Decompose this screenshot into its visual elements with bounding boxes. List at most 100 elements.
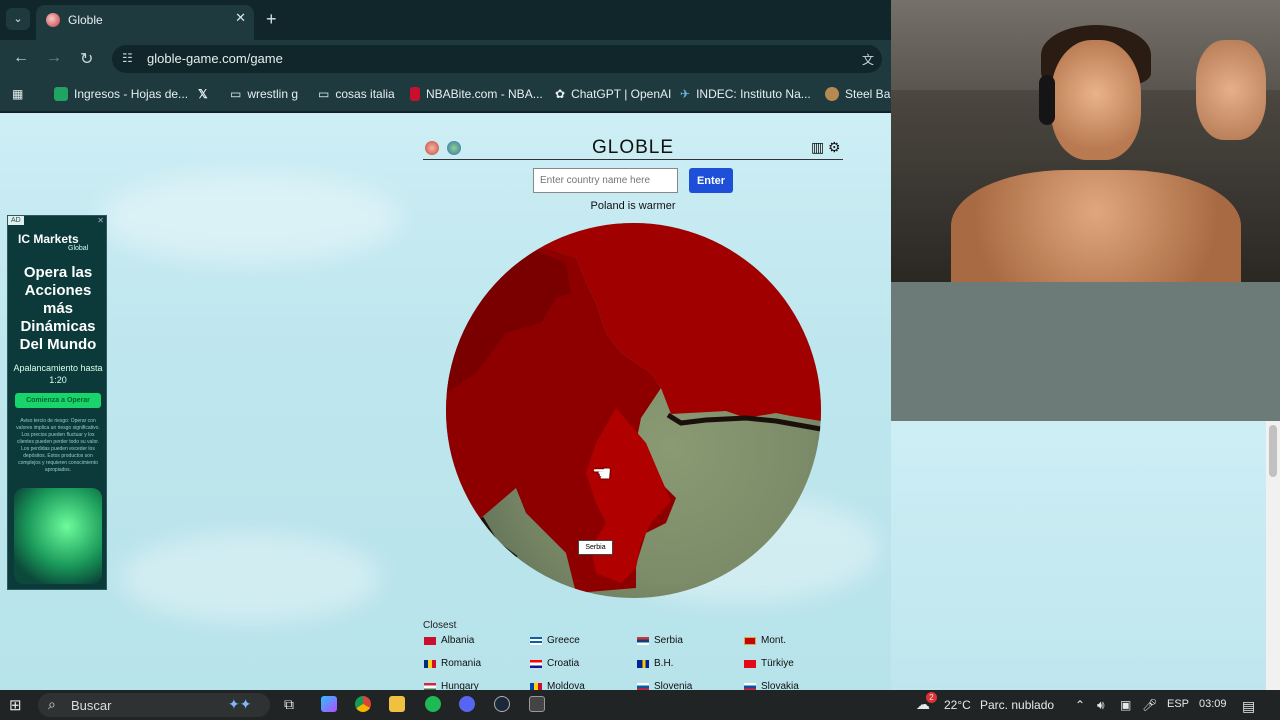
windows-start-icon[interactable]: ⊞: [9, 696, 22, 714]
hint-text: Poland is warmer: [590, 200, 676, 212]
guess-slovakia[interactable]: Slovakia: [744, 681, 799, 690]
game-header: GLOBLE ▥ ⚙: [423, 135, 843, 160]
flag-moldova-icon: [530, 682, 542, 690]
globle-favicon-icon: [46, 13, 60, 27]
ad-cta-button[interactable]: Comienza a Operar: [15, 393, 101, 408]
guess-label: Greece: [547, 635, 580, 646]
bookmark-indec[interactable]: ✈ INDEC: Instituto Na...: [680, 87, 811, 101]
settings-gear-icon[interactable]: ⚙: [828, 139, 841, 156]
app-icon[interactable]: [529, 696, 545, 712]
flag-romania-icon: [424, 659, 436, 668]
address-bar[interactable]: ☷ globle-game.com/game 文: [112, 45, 882, 73]
flag-montenegro-icon: [744, 636, 756, 645]
globe[interactable]: [446, 223, 821, 598]
spotify-icon[interactable]: [425, 696, 441, 712]
flag-albania-icon: [424, 636, 436, 645]
guess-label: Romania: [441, 658, 482, 669]
bookmark-nbabite[interactable]: NBABite.com - NBA...: [410, 87, 543, 101]
ad-subtext: Apalancamiento hasta 1:20: [13, 363, 103, 385]
guess-albania[interactable]: Albania: [424, 635, 474, 646]
bookmark-label: Steel Ball: [845, 87, 896, 101]
webcam-person-body: [951, 170, 1241, 282]
bookmarks-bar: ▦ Ingresos - Hojas de... 𝕏 ▭ wrestlin g ▭…: [0, 78, 896, 112]
microphone-icon[interactable]: 🎤︎: [1142, 698, 1157, 712]
navigation-bar: ← → ↻ ☷ globle-game.com/game 文: [0, 40, 891, 78]
guess-slovenia[interactable]: Slovenia: [637, 681, 692, 690]
translate-icon[interactable]: 文: [862, 51, 874, 68]
guess-bosnia[interactable]: B.H.: [637, 658, 673, 669]
country-input[interactable]: [533, 168, 678, 193]
bookmark-label: wrestlin g: [247, 87, 299, 101]
copilot-sparkle-icon: ✦✦: [228, 696, 252, 712]
nba-icon: [410, 87, 420, 101]
ad-fine-print: Aviso tercio de riesgo: Operar con valor…: [16, 418, 100, 473]
volume-icon[interactable]: 🔊︎: [1097, 698, 1105, 713]
ad-brand-sub: Global: [68, 245, 89, 252]
flag-slovenia-icon: [637, 682, 649, 690]
file-explorer-icon[interactable]: [389, 696, 405, 712]
tab-search-dropdown-icon[interactable]: ⌄: [6, 8, 30, 30]
headset-icon: [1039, 75, 1055, 125]
bookmark-chatgpt[interactable]: ✿ ChatGPT | OpenAI: [555, 87, 671, 101]
guess-serbia[interactable]: Serbia: [637, 635, 683, 646]
bookmark-folder-italia[interactable]: ▭ cosas italia: [318, 87, 395, 101]
weather-temp[interactable]: 22°C: [944, 698, 971, 712]
guess-croatia[interactable]: Croatia: [530, 658, 579, 669]
steam-icon[interactable]: [494, 696, 510, 712]
bookmark-sheets[interactable]: Ingresos - Hojas de...: [54, 87, 188, 101]
guess-moldova[interactable]: Moldova: [530, 681, 585, 690]
guess-greece[interactable]: Greece: [530, 635, 580, 646]
bookmark-x[interactable]: 𝕏: [198, 87, 208, 101]
guess-montenegro[interactable]: Mont.: [744, 635, 786, 646]
task-view-icon[interactable]: ⧉: [284, 696, 294, 713]
scrollbar-thumb[interactable]: [1269, 425, 1277, 477]
background-cloud: [100, 173, 400, 263]
taskbar-search-text: Buscar: [71, 698, 112, 713]
openai-icon: ✿: [555, 87, 566, 101]
weather-badge: 2: [926, 692, 937, 703]
language-indicator[interactable]: ESP: [1167, 698, 1189, 710]
copilot-icon[interactable]: [321, 696, 337, 712]
reload-icon[interactable]: ↻: [80, 49, 93, 69]
notification-icon[interactable]: ▤: [1242, 698, 1255, 715]
bookmark-label: cosas italia: [335, 87, 395, 101]
guess-label: Mont.: [761, 635, 787, 646]
enter-button[interactable]: Enter: [689, 168, 733, 193]
forward-icon[interactable]: →: [46, 49, 62, 67]
ad-close-icon[interactable]: ✕: [97, 216, 104, 225]
globe-country-label: Serbia: [578, 540, 613, 555]
flag-bosnia-icon: [637, 659, 649, 668]
bookmark-steel-ball[interactable]: Steel Ball: [825, 87, 896, 101]
clock-time[interactable]: 03:09: [1199, 698, 1227, 710]
tab-globle[interactable]: Globle ✕: [36, 5, 254, 40]
chrome-icon[interactable]: [355, 696, 371, 712]
close-icon[interactable]: ✕: [235, 10, 246, 26]
url-text: globle-game.com/game: [147, 51, 283, 66]
chevron-up-icon[interactable]: ⌃: [1075, 698, 1085, 712]
steel-ball-icon: [825, 87, 839, 101]
guess-turkiye[interactable]: Türkiye: [744, 658, 794, 669]
bookmark-label: ChatGPT | OpenAI: [571, 87, 672, 101]
flag-croatia-icon: [530, 659, 542, 668]
ad-tag: AD: [8, 216, 24, 225]
taskbar-search[interactable]: ⌕ Buscar ✦✦: [38, 693, 270, 717]
search-icon: ⌕: [48, 696, 56, 712]
new-tab-icon[interactable]: +: [266, 9, 277, 30]
stats-icon[interactable]: ▥: [811, 139, 824, 156]
bookmark-folder-wrestling[interactable]: ▭ wrestlin g: [230, 87, 298, 101]
discord-icon[interactable]: [459, 696, 475, 712]
guess-romania[interactable]: Romania: [424, 658, 481, 669]
page-content-right: [891, 421, 1266, 690]
device-icon[interactable]: ▣: [1120, 698, 1131, 712]
weather-condition[interactable]: Parc. nublado: [980, 698, 1054, 712]
back-icon[interactable]: ←: [13, 49, 29, 67]
guess-label: Moldova: [547, 681, 585, 690]
page-scrollbar[interactable]: [1266, 421, 1280, 690]
flag-greece-icon: [530, 636, 542, 645]
advertisement[interactable]: AD ✕ IC Markets Global Opera las Accione…: [7, 215, 107, 590]
apps-grid-icon[interactable]: ▦: [12, 87, 23, 101]
guess-hungary[interactable]: Hungary: [424, 681, 479, 690]
guess-label: B.H.: [654, 658, 674, 669]
site-info-icon[interactable]: ☷: [122, 51, 133, 65]
x-logo-icon: 𝕏: [198, 87, 208, 101]
